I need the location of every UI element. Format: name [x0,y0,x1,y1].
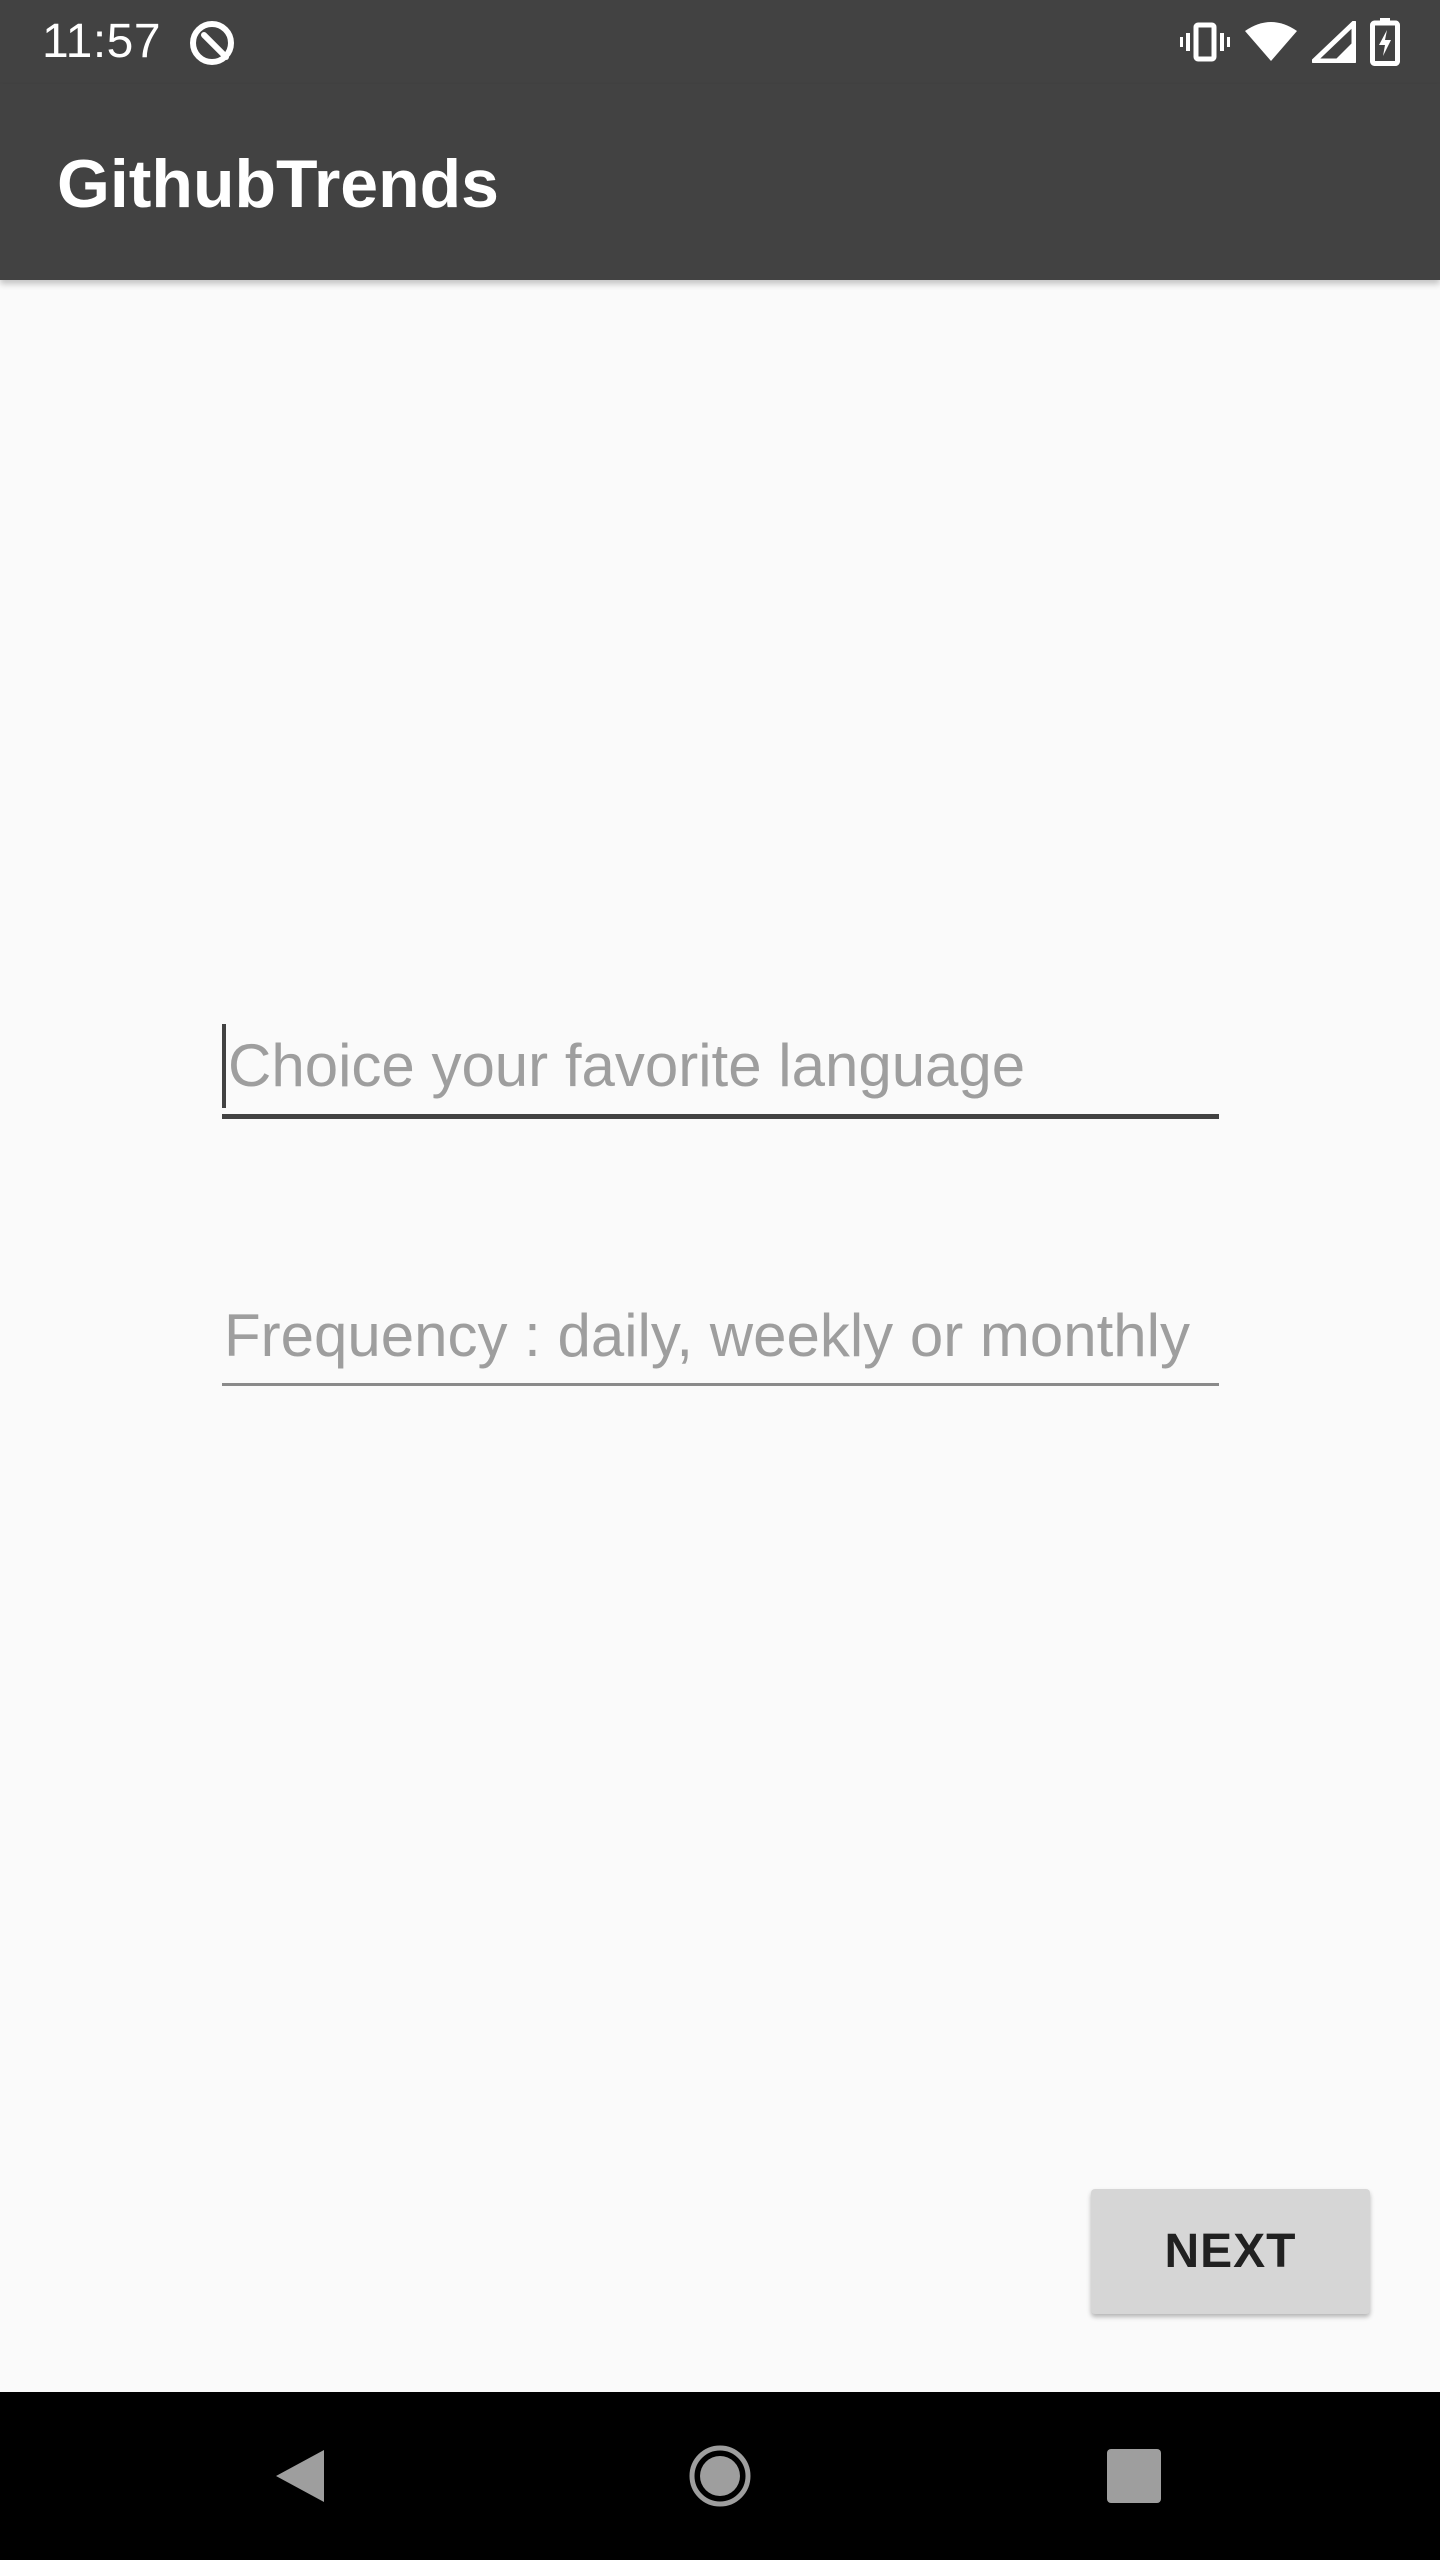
frequency-input[interactable]: Frequency : daily, weekly or monthly [222,1300,1219,1390]
wifi-icon [1245,22,1297,61]
navigation-bar [0,2392,1440,2560]
vibrate-icon [1180,22,1230,62]
home-icon[interactable] [688,2444,752,2508]
recents-icon[interactable] [1107,2449,1161,2503]
language-input-underline [222,1114,1219,1119]
app-bar: GithubTrends [0,84,1440,280]
language-input-hint: Choice your favorite language [228,1032,1026,1099]
next-button[interactable]: NEXT [1091,2189,1370,2314]
status-bar: 11:57 [0,0,1440,84]
data-saver-icon [190,21,234,65]
app-title: GithubTrends [57,146,499,222]
status-time: 11:57 [42,15,162,68]
language-input[interactable]: Choice your favorite language [222,1024,1219,1120]
back-icon[interactable] [272,2446,328,2506]
status-icons [1180,16,1400,68]
frequency-input-hint: Frequency : daily, weekly or monthly [224,1302,1190,1369]
screen: 11:57 GithubTrends Choice your favorite … [0,0,1440,2560]
cell-signal-icon [1312,21,1356,63]
battery-charging-icon [1370,18,1400,66]
frequency-input-underline [222,1383,1219,1386]
